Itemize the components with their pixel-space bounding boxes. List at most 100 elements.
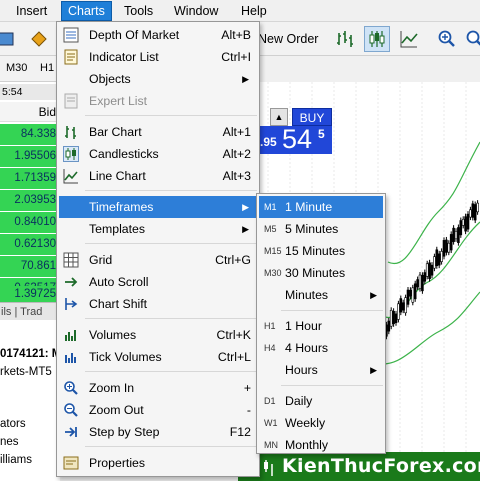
indicator-list-icon <box>64 49 78 65</box>
menu-item-objects[interactable]: Objects ▶ <box>59 68 257 90</box>
timeframe-4-hours[interactable]: H4 4 Hours <box>259 337 383 359</box>
zoom-in-button[interactable] <box>434 26 460 52</box>
zoom-in-icon <box>438 30 455 47</box>
timeframe-30-minutes[interactable]: M30 30 Minutes <box>259 262 383 284</box>
timeframe-hours-submenu[interactable]: Hours ▶ <box>259 359 383 381</box>
menu-item-label: Depth Of Market <box>89 28 180 42</box>
menu-insert[interactable]: Insert <box>10 2 53 20</box>
bar-chart-icon <box>337 31 353 47</box>
menu-help[interactable]: Help <box>235 2 273 20</box>
one-click-trading-panel: ▲ BUY .95 54 5 <box>258 106 358 154</box>
menu-item-label: Zoom Out <box>89 403 144 417</box>
market-watch-row[interactable]: 1.95506 <box>0 146 60 167</box>
timeframe-1-minute[interactable]: M1 1 Minute <box>259 196 383 218</box>
menu-item-templates[interactable]: Templates ▶ <box>59 218 257 240</box>
menu-separator <box>281 385 383 386</box>
submenu-arrow-icon: ▶ <box>370 365 377 375</box>
menu-item-chart-shift[interactable]: Chart Shift <box>59 293 257 315</box>
menu-item-tick-volumes[interactable]: Tick Volumes Ctrl+L <box>59 346 257 368</box>
candle-body <box>401 302 405 311</box>
timeframe-label: 1 Hour <box>285 319 322 333</box>
menu-separator <box>281 310 383 311</box>
menu-item-label: Timeframes <box>89 200 154 214</box>
nav-server[interactable]: rkets-MT5 <box>0 366 52 378</box>
candle-body <box>469 209 472 218</box>
menu-item-auto-scroll[interactable]: Auto Scroll <box>59 271 257 293</box>
line-chart-button[interactable] <box>396 26 422 52</box>
timeframe-5-minutes[interactable]: M5 5 Minutes <box>259 218 383 240</box>
menu-item-label: Zoom In <box>89 381 135 395</box>
market-watch-row[interactable]: 0.62130 <box>0 234 60 255</box>
candle-body <box>440 251 443 262</box>
menu-item-step-by-step[interactable]: Step by Step F12 <box>59 421 257 443</box>
nav-indicators[interactable]: ators <box>0 418 26 430</box>
menu-item-candlesticks[interactable]: Candlesticks Alt+2 <box>59 143 257 165</box>
market-watch-row[interactable]: 1.39725 <box>0 286 60 302</box>
timeframe-weekly[interactable]: W1 Weekly <box>259 412 383 434</box>
menu-item-label: Auto Scroll <box>89 275 149 289</box>
new-order-button[interactable]: New Order <box>258 32 318 46</box>
timeframe-code: W1 <box>264 418 278 428</box>
buy-price[interactable]: .95 54 5 <box>258 124 332 154</box>
timeframe-label: 15 Minutes <box>285 244 346 258</box>
menu-item-shortcut: Ctrl+I <box>221 50 251 64</box>
menu-item-shortcut: Alt+B <box>221 28 251 42</box>
timeframe-1-hour[interactable]: H1 1 Hour <box>259 315 383 337</box>
timeframe-label: 4 Hours <box>285 341 329 355</box>
candle-body <box>433 256 436 269</box>
menu-item-bar-chart[interactable]: Bar Chart Alt+1 <box>59 121 257 143</box>
timeframe-label: 1 Minute <box>285 200 333 214</box>
toolbar-expert-button[interactable] <box>26 26 52 52</box>
menu-item-zoom-out[interactable]: Zoom Out - <box>59 399 257 421</box>
candle-body <box>471 203 475 218</box>
menu-item-volumes[interactable]: Volumes Ctrl+K <box>59 324 257 346</box>
menu-item-label: Objects <box>89 72 131 86</box>
timeframe-label: 5 Minutes <box>285 222 339 236</box>
watermark-text: KienThucForex.com <box>282 455 480 477</box>
menu-item-label: Candlesticks <box>89 147 159 161</box>
menu-item-properties[interactable]: Properties <box>59 452 257 474</box>
market-watch-row[interactable]: 2.03953 <box>0 190 60 211</box>
bid-column-header[interactable]: Bid <box>0 102 60 122</box>
market-watch-row[interactable]: 70.861 <box>0 256 60 277</box>
candle-body <box>476 202 479 213</box>
menu-item-label: Bar Chart <box>89 125 142 139</box>
candle-body <box>416 279 419 288</box>
candlesticks-button[interactable] <box>364 26 390 52</box>
zoom-out-button[interactable] <box>462 26 480 52</box>
timeframe-monthly[interactable]: MN Monthly <box>259 434 383 454</box>
menu-item-timeframes[interactable]: Timeframes ▶ <box>59 196 257 218</box>
menu-item-depth-of-market[interactable]: Depth Of Market Alt+B <box>59 24 257 46</box>
candle-body <box>449 234 453 251</box>
menu-item-zoom-in[interactable]: Zoom In + <box>59 377 257 399</box>
nav-account[interactable]: 0174121: M <box>0 348 61 360</box>
menu-item-line-chart[interactable]: Line Chart Alt+3 <box>59 165 257 187</box>
bar-chart-button[interactable] <box>332 26 358 52</box>
timeframe-label: Weekly <box>285 416 326 430</box>
menu-charts[interactable]: Charts <box>61 1 112 21</box>
menu-item-indicator-list[interactable]: Indicator List Ctrl+I <box>59 46 257 68</box>
timeframe-h1-button[interactable]: H1 <box>40 62 54 74</box>
timeframe-15-minutes[interactable]: M15 15 Minutes <box>259 240 383 262</box>
menu-tools[interactable]: Tools <box>118 2 159 20</box>
menu-item-grid[interactable]: Grid Ctrl+G <box>59 249 257 271</box>
candle-body <box>442 240 446 257</box>
market-watch-row[interactable]: 84.338 <box>0 124 60 145</box>
market-watch-row[interactable]: 1.71359 <box>0 168 60 189</box>
candle-body <box>464 216 467 232</box>
timeframe-daily[interactable]: D1 Daily <box>259 390 383 412</box>
candle-body <box>418 274 422 289</box>
candle-body <box>411 287 415 303</box>
menu-window[interactable]: Window <box>168 2 224 20</box>
timeframe-minutes-submenu[interactable]: Minutes ▶ <box>259 284 383 306</box>
nav-trend[interactable]: nes <box>0 436 19 448</box>
market-watch-tabs[interactable]: ils | Trad <box>0 302 60 320</box>
menu-item-shortcut: Ctrl+K <box>216 328 251 342</box>
timeframe-code: D1 <box>264 396 276 406</box>
timeframe-m30-button[interactable]: M30 <box>6 62 27 74</box>
candle-body <box>397 303 400 320</box>
nav-bill-williams[interactable]: illiams <box>0 454 32 466</box>
toolbar-profile-button[interactable] <box>0 26 20 52</box>
market-watch-row[interactable]: 0.84010 <box>0 212 60 233</box>
timeframe-label: Minutes <box>285 288 329 302</box>
